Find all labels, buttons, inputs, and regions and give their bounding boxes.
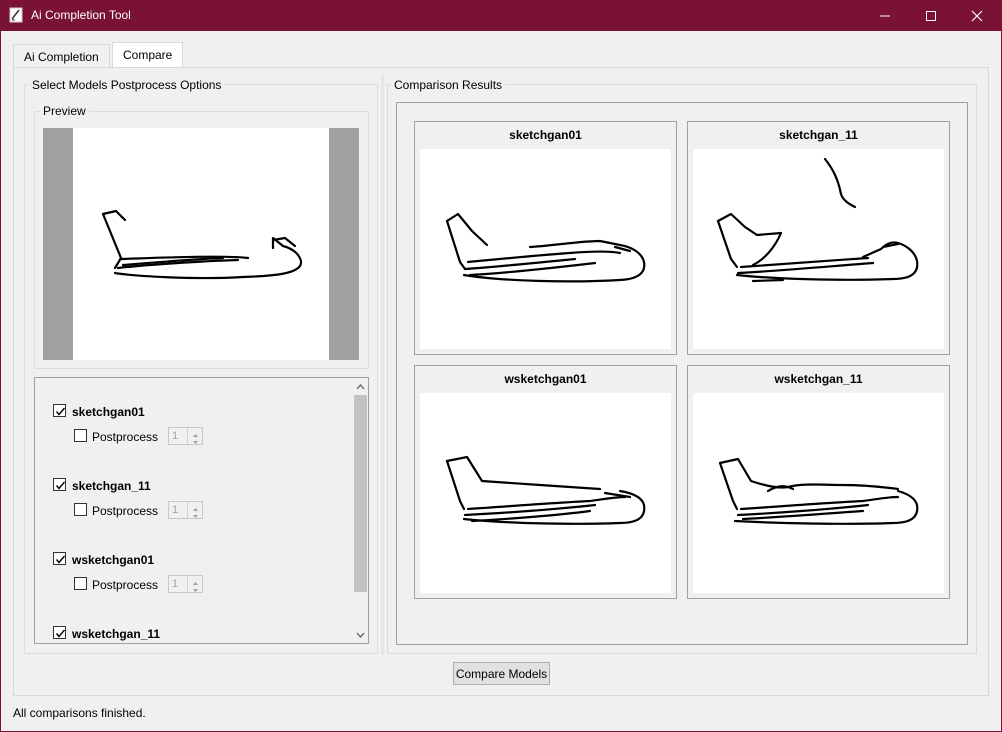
model-label: sketchgan01 <box>72 405 145 419</box>
spinbox-value: 1 <box>172 504 179 516</box>
postprocess-checkbox[interactable] <box>74 503 87 516</box>
postprocess-label: Postprocess <box>92 504 159 518</box>
checkmark-icon <box>55 629 66 638</box>
compare-models-button[interactable]: Compare Models <box>453 662 550 685</box>
postprocess-spinbox[interactable]: 1 <box>168 427 203 445</box>
model-checkbox-sketchgan_11[interactable] <box>53 478 66 491</box>
close-icon <box>971 10 983 22</box>
title-bar: Ai Completion Tool <box>1 0 1001 31</box>
model-label: wsketchgan_11 <box>72 627 161 641</box>
status-bar-text: All comparisons finished. <box>13 706 146 720</box>
result-image <box>693 149 944 349</box>
spin-up-button[interactable] <box>187 502 202 511</box>
tab-compare[interactable]: Compare <box>112 42 184 68</box>
minimize-button[interactable] <box>862 0 908 31</box>
chevron-down-icon <box>193 515 198 518</box>
app-window: Ai Completion Tool Ai Completion Compare… <box>1 0 1001 731</box>
model-checkbox-sketchgan01[interactable] <box>53 404 66 417</box>
checkmark-icon <box>55 407 66 416</box>
spinbox-value: 1 <box>172 430 179 442</box>
compare-models-label: Compare Models <box>455 667 548 681</box>
result-title: wsketchgan01 <box>504 372 587 386</box>
preview-group-title: Preview <box>40 104 89 118</box>
spin-up-button[interactable] <box>187 428 202 437</box>
comparison-results-title: Comparison Results <box>391 78 506 92</box>
preview-left-padding <box>43 128 73 360</box>
chevron-down-icon <box>356 632 365 638</box>
result-card: sketchgan_11 <box>687 121 950 355</box>
result-image <box>420 149 671 349</box>
app-icon <box>9 7 23 23</box>
spin-up-button[interactable] <box>187 576 202 585</box>
result-image <box>420 393 671 593</box>
model-checkbox-wsketchgan_11[interactable] <box>53 626 66 639</box>
result-card: sketchgan01 <box>414 121 677 355</box>
checkmark-icon <box>55 555 66 564</box>
spin-down-button[interactable] <box>187 584 202 592</box>
airplane-sketch-result <box>445 212 646 283</box>
maximize-icon <box>926 11 936 21</box>
airplane-sketch-result <box>718 457 919 525</box>
preview-canvas[interactable] <box>73 128 329 360</box>
result-title: sketchgan_11 <box>779 128 858 142</box>
maximize-button[interactable] <box>908 0 954 31</box>
panel-splitter[interactable] <box>381 75 384 655</box>
result-title: sketchgan01 <box>509 128 582 142</box>
postprocess-label: Postprocess <box>92 578 159 592</box>
spinbox-value: 1 <box>172 578 179 590</box>
postprocess-spinbox[interactable]: 1 <box>168 501 203 519</box>
postprocess-label: Postprocess <box>92 430 159 444</box>
scroll-down-button[interactable] <box>354 628 367 642</box>
chevron-up-icon <box>356 384 365 390</box>
postprocess-checkbox[interactable] <box>74 429 87 442</box>
select-models-group-title: Select Models Postprocess Options <box>29 78 225 92</box>
result-image <box>693 393 944 593</box>
postprocess-spinbox[interactable]: 1 <box>168 575 203 593</box>
result-card: wsketchgan_11 <box>687 365 950 599</box>
postprocess-checkbox[interactable] <box>74 577 87 590</box>
result-title: wsketchgan_11 <box>774 372 863 386</box>
model-label: sketchgan_11 <box>72 479 151 493</box>
spin-down-button[interactable] <box>187 510 202 518</box>
close-button[interactable] <box>954 0 1000 31</box>
chevron-down-icon <box>193 589 198 592</box>
scroll-up-button[interactable] <box>354 380 367 394</box>
tab-label: Compare <box>123 48 173 62</box>
model-checkbox-wsketchgan01[interactable] <box>53 552 66 565</box>
airplane-sketch-result <box>445 455 646 525</box>
result-card: wsketchgan01 <box>414 365 677 599</box>
tab-label: Ai Completion <box>24 50 99 64</box>
airplane-sketch-result <box>716 157 919 283</box>
window-title: Ai Completion Tool <box>31 8 131 22</box>
airplane-sketch-preview <box>101 209 303 280</box>
chevron-down-icon <box>193 441 198 444</box>
scroll-thumb[interactable] <box>354 395 367 592</box>
model-label: wsketchgan01 <box>72 553 155 567</box>
minimize-icon <box>880 15 890 17</box>
preview-right-padding <box>329 128 359 360</box>
spin-down-button[interactable] <box>187 436 202 444</box>
checkmark-icon <box>55 481 66 490</box>
tab-ai-completion[interactable]: Ai Completion <box>13 44 110 68</box>
